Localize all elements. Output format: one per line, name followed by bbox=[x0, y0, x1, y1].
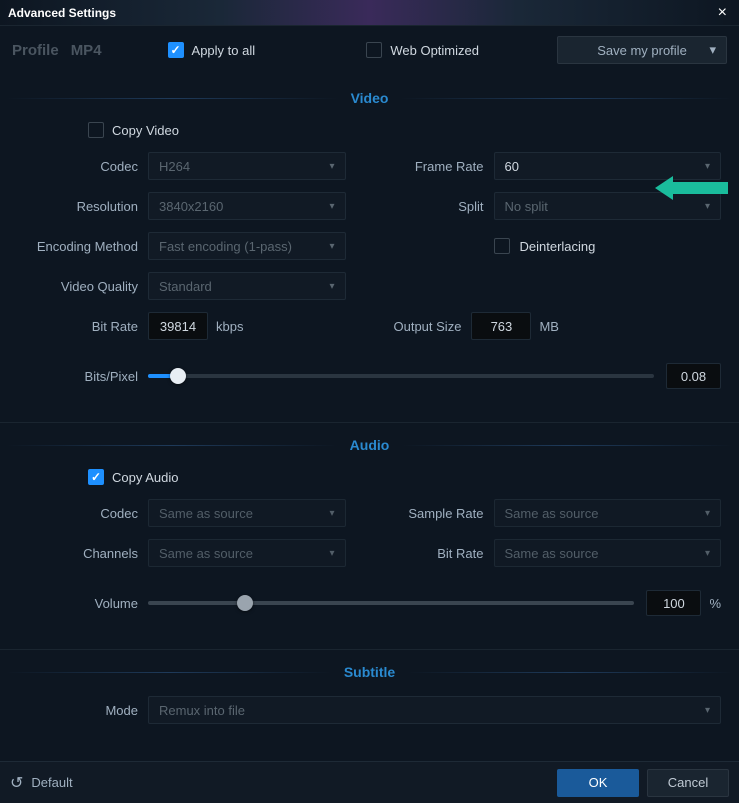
caret-down-icon: ▾ bbox=[705, 705, 710, 716]
close-icon[interactable]: × bbox=[714, 4, 731, 22]
subtitle-section-header: Subtitle bbox=[0, 664, 739, 680]
volume-row: Volume 100 % bbox=[18, 589, 721, 617]
video-quality-select[interactable]: Standard ▾ bbox=[148, 272, 346, 300]
web-optimized-checkbox[interactable]: Web Optimized bbox=[366, 42, 479, 58]
audio-group: Copy Audio Codec Same as source ▾ Channe… bbox=[0, 469, 739, 635]
codec-label: Codec bbox=[18, 159, 148, 174]
bpp-slider[interactable] bbox=[148, 374, 654, 378]
copy-video-label: Copy Video bbox=[112, 123, 179, 138]
subtitle-mode-select[interactable]: Remux into file ▾ bbox=[148, 696, 721, 724]
bpp-label: Bits/Pixel bbox=[18, 369, 148, 384]
encoding-label: Encoding Method bbox=[18, 239, 148, 254]
caret-down-icon: ▾ bbox=[709, 42, 716, 58]
bitrate-label: Bit Rate bbox=[18, 319, 148, 334]
encoding-method-select[interactable]: Fast encoding (1-pass) ▾ bbox=[148, 232, 346, 260]
bpp-value[interactable]: 0.08 bbox=[666, 363, 721, 389]
top-row: Profile MP4 Apply to all Web Optimized S… bbox=[0, 26, 739, 82]
samplerate-select[interactable]: Same as source ▾ bbox=[494, 499, 722, 527]
subtitle-group: Mode Remux into file ▾ bbox=[0, 696, 739, 744]
slider-thumb[interactable] bbox=[170, 368, 186, 384]
output-unit: MB bbox=[539, 319, 559, 334]
deinterlacing-label: Deinterlacing bbox=[520, 239, 596, 254]
copy-video-checkbox[interactable]: Copy Video bbox=[88, 122, 721, 138]
copy-audio-checkbox[interactable]: Copy Audio bbox=[88, 469, 721, 485]
resolution-select[interactable]: 3840x2160 ▾ bbox=[148, 192, 346, 220]
checkbox-icon bbox=[88, 122, 104, 138]
apply-to-all-checkbox[interactable]: Apply to all bbox=[168, 42, 256, 58]
window-title: Advanced Settings bbox=[8, 6, 714, 20]
bits-pixel-row: Bits/Pixel 0.08 bbox=[18, 362, 721, 390]
quality-label: Video Quality bbox=[18, 279, 148, 294]
checkbox-icon bbox=[494, 238, 510, 254]
caret-down-icon: ▾ bbox=[705, 161, 710, 172]
audio-bitrate-select[interactable]: Same as source ▾ bbox=[494, 539, 722, 567]
volume-label: Volume bbox=[18, 596, 148, 611]
caret-down-icon: ▾ bbox=[705, 201, 710, 212]
checkbox-icon bbox=[168, 42, 184, 58]
slider-thumb[interactable] bbox=[237, 595, 253, 611]
undo-icon: ↺ bbox=[10, 773, 23, 793]
video-codec-select[interactable]: H264 ▾ bbox=[148, 152, 346, 180]
channels-select[interactable]: Same as source ▾ bbox=[148, 539, 346, 567]
deinterlacing-checkbox[interactable]: Deinterlacing bbox=[494, 238, 596, 254]
profile-label: Profile bbox=[12, 42, 59, 59]
video-section-header: Video bbox=[0, 90, 739, 106]
web-optimized-label: Web Optimized bbox=[390, 43, 479, 58]
resolution-label: Resolution bbox=[18, 199, 148, 214]
apply-to-all-label: Apply to all bbox=[192, 43, 256, 58]
subtitle-section-title: Subtitle bbox=[344, 664, 395, 680]
cancel-button[interactable]: Cancel bbox=[647, 769, 729, 797]
titlebar: Advanced Settings × bbox=[0, 0, 739, 26]
volume-value[interactable]: 100 bbox=[646, 590, 701, 616]
checkbox-icon bbox=[366, 42, 382, 58]
output-size-input[interactable]: 763 bbox=[471, 312, 531, 340]
default-label: Default bbox=[31, 775, 72, 790]
profile-value: MP4 bbox=[71, 42, 102, 59]
checkbox-icon bbox=[88, 469, 104, 485]
caret-down-icon: ▾ bbox=[329, 161, 334, 172]
channels-label: Channels bbox=[18, 546, 148, 561]
audio-section-title: Audio bbox=[350, 437, 390, 453]
video-bitrate-input[interactable]: 39814 bbox=[148, 312, 208, 340]
audio-section-header: Audio bbox=[0, 437, 739, 453]
output-size-label: Output Size bbox=[394, 319, 462, 334]
copy-audio-label: Copy Audio bbox=[112, 470, 179, 485]
video-section-title: Video bbox=[351, 90, 389, 106]
footer: ↺ Default OK Cancel bbox=[0, 761, 739, 803]
save-profile-label: Save my profile bbox=[597, 43, 687, 58]
split-label: Split bbox=[394, 199, 494, 214]
ok-button[interactable]: OK bbox=[557, 769, 639, 797]
samplerate-label: Sample Rate bbox=[394, 506, 494, 521]
audio-codec-label: Codec bbox=[18, 506, 148, 521]
caret-down-icon: ▾ bbox=[329, 281, 334, 292]
framerate-label: Frame Rate bbox=[394, 159, 494, 174]
audio-bitrate-label: Bit Rate bbox=[394, 546, 494, 561]
video-group: Copy Video Codec H264 ▾ Resolution 3840x… bbox=[0, 122, 739, 408]
bitrate-unit: kbps bbox=[216, 319, 243, 334]
caret-down-icon: ▾ bbox=[329, 508, 334, 519]
caret-down-icon: ▾ bbox=[329, 548, 334, 559]
audio-codec-select[interactable]: Same as source ▾ bbox=[148, 499, 346, 527]
split-select[interactable]: No split ▾ bbox=[494, 192, 722, 220]
save-profile-dropdown[interactable]: Save my profile ▾ bbox=[557, 36, 727, 64]
volume-slider[interactable] bbox=[148, 601, 634, 605]
caret-down-icon: ▾ bbox=[705, 508, 710, 519]
default-button[interactable]: ↺ Default bbox=[10, 773, 73, 793]
subtitle-mode-label: Mode bbox=[18, 703, 148, 718]
volume-unit: % bbox=[709, 596, 721, 611]
caret-down-icon: ▾ bbox=[705, 548, 710, 559]
caret-down-icon: ▾ bbox=[329, 201, 334, 212]
caret-down-icon: ▾ bbox=[329, 241, 334, 252]
framerate-select[interactable]: 60 ▾ bbox=[494, 152, 722, 180]
